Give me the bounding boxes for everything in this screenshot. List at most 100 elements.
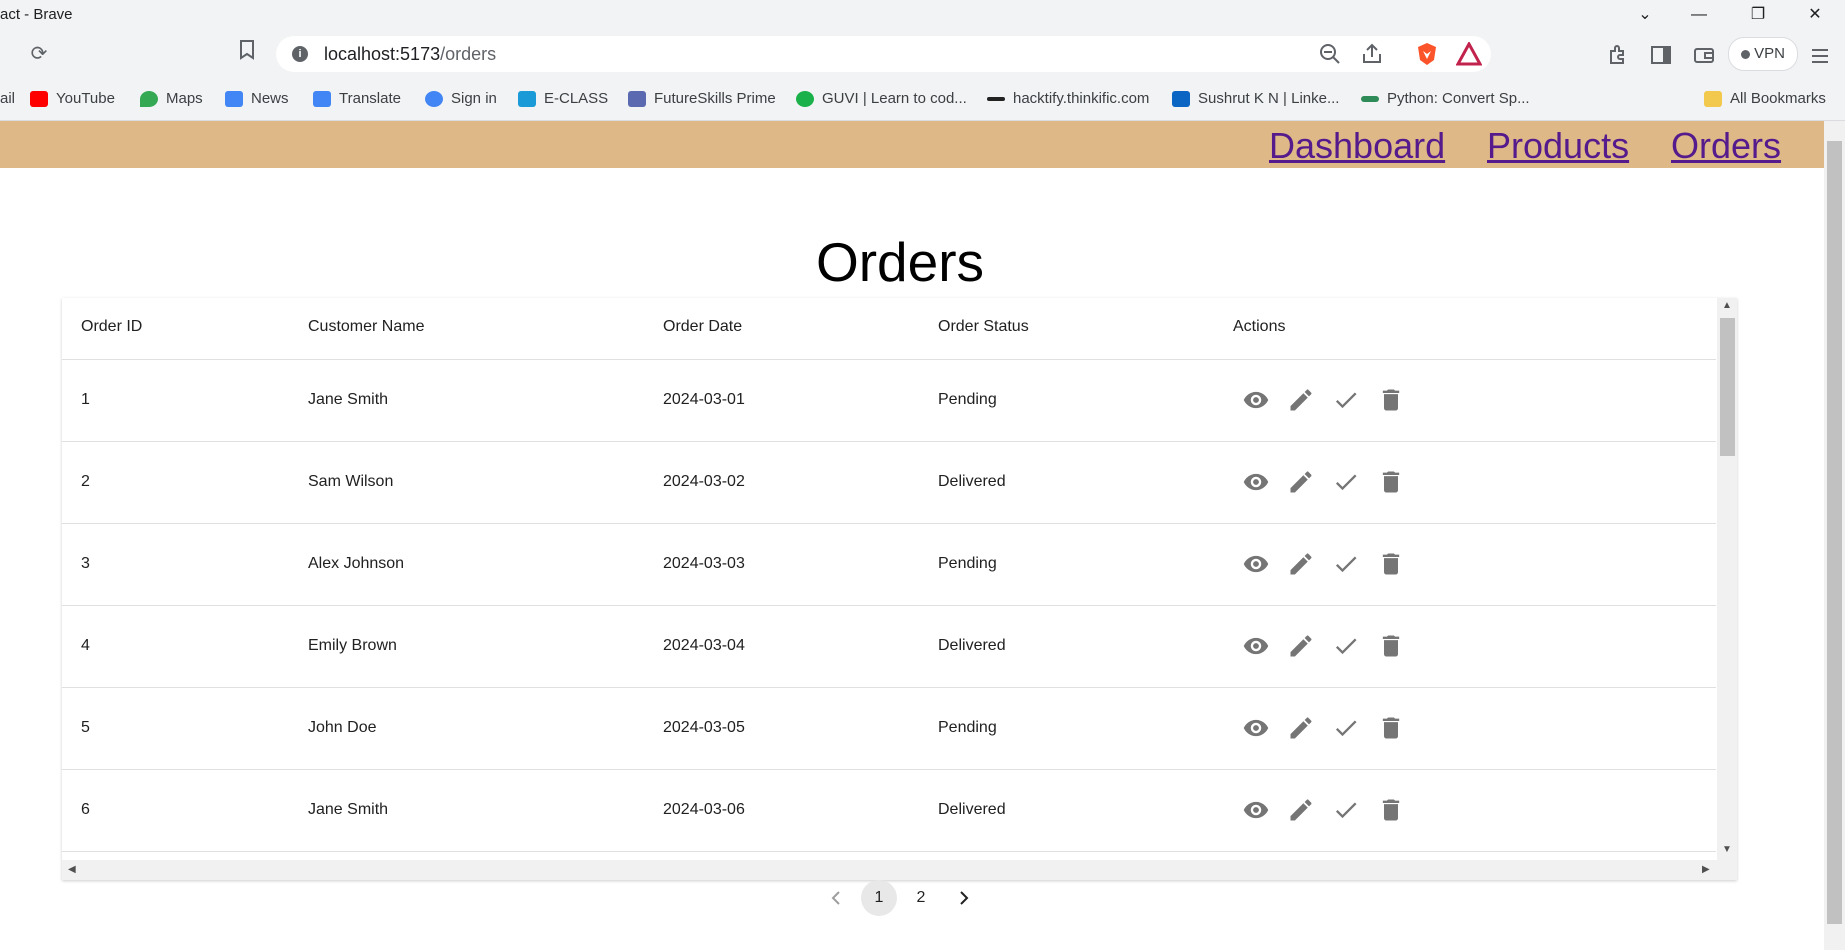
close-icon[interactable]: ✕ xyxy=(1788,0,1842,29)
page-title: Orders xyxy=(815,231,985,293)
bookmark-linkedin[interactable]: Sushrut K N | Linke... xyxy=(1172,88,1339,110)
share-icon[interactable] xyxy=(1360,42,1384,66)
zoom-icon[interactable] xyxy=(1318,42,1342,66)
bookmark-icon[interactable] xyxy=(232,39,262,69)
column-header-actions: Actions xyxy=(1233,318,1286,335)
eye-icon[interactable] xyxy=(1242,796,1270,824)
app-navbar: Dashboard Products Orders xyxy=(0,121,1824,168)
table-row: 6 Jane Smith 2024-03-06 Delivered xyxy=(62,770,1716,852)
order-date-cell: 2024-03-02 xyxy=(663,473,745,490)
tab-search-icon[interactable]: ⌄ xyxy=(1618,0,1672,29)
youtube-icon xyxy=(30,91,48,108)
reload-icon[interactable]: ⟳ xyxy=(24,39,54,69)
column-header-order-date: Order Date xyxy=(663,318,743,335)
google-icon xyxy=(425,91,443,108)
brave-rewards-icon[interactable] xyxy=(1455,40,1483,66)
order-id-cell: 5 xyxy=(81,719,90,736)
scroll-up-icon[interactable]: ▲ xyxy=(1722,300,1732,311)
order-date-cell: 2024-03-01 xyxy=(663,391,745,408)
eye-icon[interactable] xyxy=(1242,632,1270,660)
brave-shields-icon[interactable] xyxy=(1414,41,1440,67)
bookmark-news[interactable]: News xyxy=(225,88,289,110)
minimize-icon[interactable]: — xyxy=(1672,0,1726,29)
bookmark-maps[interactable]: Maps xyxy=(140,88,203,110)
bookmark-sign-in[interactable]: Sign in xyxy=(425,88,497,110)
bookmark-guvi[interactable]: GUVI | Learn to cod... xyxy=(796,88,967,110)
bookmark-hacktify[interactable]: hacktify.thinkific.com xyxy=(987,88,1149,110)
bookmarks-bar: ail YouTube Maps News Translate Sign in … xyxy=(0,79,1845,121)
bookmark-eclass[interactable]: E-CLASS xyxy=(518,88,608,110)
check-icon[interactable] xyxy=(1332,632,1360,660)
eclass-icon xyxy=(518,91,536,108)
bookmark-python[interactable]: Python: Convert Sp... xyxy=(1361,88,1530,110)
page-scrollbar[interactable] xyxy=(1824,121,1845,950)
bookmark-translate[interactable]: Translate xyxy=(313,88,401,110)
pencil-icon[interactable] xyxy=(1287,632,1315,660)
pencil-icon[interactable] xyxy=(1287,714,1315,742)
order-id-cell: 3 xyxy=(81,555,90,572)
scroll-down-icon[interactable]: ▼ xyxy=(1722,844,1732,855)
check-icon[interactable] xyxy=(1332,550,1360,578)
scroll-left-icon[interactable]: ◀ xyxy=(68,864,76,875)
nav-dashboard-link[interactable]: Dashboard xyxy=(1269,125,1445,167)
pencil-icon[interactable] xyxy=(1287,468,1315,496)
order-date-cell: 2024-03-06 xyxy=(663,801,745,818)
customer-name-cell: Jane Smith xyxy=(308,391,389,408)
eye-icon[interactable] xyxy=(1242,714,1270,742)
nav-products-link[interactable]: Products xyxy=(1487,125,1629,167)
eye-icon[interactable] xyxy=(1242,386,1270,414)
extensions-icon[interactable] xyxy=(1606,43,1630,67)
table-vertical-scrollbar[interactable]: ▲ ▼ xyxy=(1717,298,1737,860)
sidebar-icon[interactable] xyxy=(1649,43,1673,67)
scroll-right-icon[interactable]: ▶ xyxy=(1702,864,1710,875)
all-bookmarks[interactable]: All Bookmarks xyxy=(1704,88,1826,110)
pencil-icon[interactable] xyxy=(1287,386,1315,414)
order-status-cell: Delivered xyxy=(938,473,1006,490)
menu-icon[interactable] xyxy=(1808,44,1832,68)
trash-icon[interactable] xyxy=(1377,714,1405,742)
vpn-button[interactable]: VPN xyxy=(1728,37,1798,71)
previous-page-icon[interactable] xyxy=(818,880,854,916)
column-header-order-id: Order ID xyxy=(81,318,143,335)
trash-icon[interactable] xyxy=(1377,796,1405,824)
wallet-icon[interactable] xyxy=(1692,43,1716,67)
guvi-icon xyxy=(796,91,814,108)
trash-icon[interactable] xyxy=(1377,468,1405,496)
pencil-icon[interactable] xyxy=(1287,796,1315,824)
translate-icon xyxy=(313,91,331,108)
order-id-cell: 1 xyxy=(81,391,90,408)
linkedin-icon xyxy=(1172,91,1190,108)
page-scrollbar-thumb[interactable] xyxy=(1827,141,1842,924)
eye-icon[interactable] xyxy=(1242,468,1270,496)
page-button-1[interactable]: 1 xyxy=(861,880,897,916)
nav-orders-link[interactable]: Orders xyxy=(1671,125,1781,167)
eye-icon[interactable] xyxy=(1242,550,1270,578)
check-icon[interactable] xyxy=(1332,468,1360,496)
pencil-icon[interactable] xyxy=(1287,550,1315,578)
site-info-icon[interactable]: i xyxy=(292,46,308,62)
check-icon[interactable] xyxy=(1332,714,1360,742)
check-icon[interactable] xyxy=(1332,386,1360,414)
page-button-2[interactable]: 2 xyxy=(903,880,939,916)
trash-icon[interactable] xyxy=(1377,550,1405,578)
maps-icon xyxy=(140,91,158,108)
table-row: 4 Emily Brown 2024-03-04 Delivered xyxy=(62,606,1716,688)
trash-icon[interactable] xyxy=(1377,386,1405,414)
news-icon xyxy=(225,91,243,108)
address-url[interactable]: localhost:5173/orders xyxy=(324,44,496,65)
table-row: 3 Alex Johnson 2024-03-03 Pending xyxy=(62,524,1716,606)
bookmark-futureskills[interactable]: FutureSkills Prime xyxy=(628,88,776,110)
title-bar: act - Brave ⌄ — ❐ ✕ xyxy=(0,0,1845,29)
table-horizontal-scrollbar[interactable]: ◀ ▶ xyxy=(62,860,1737,880)
check-icon[interactable] xyxy=(1332,796,1360,824)
bookmark-youtube[interactable]: YouTube xyxy=(30,88,115,110)
bookmark-gmail[interactable]: ail xyxy=(0,88,15,110)
restore-icon[interactable]: ❐ xyxy=(1731,0,1785,29)
next-page-icon[interactable] xyxy=(946,880,982,916)
customer-name-cell: Jane Smith xyxy=(308,801,389,818)
table-row: 5 John Doe 2024-03-05 Pending xyxy=(62,688,1716,770)
address-bar[interactable]: i localhost:5173/orders xyxy=(276,36,1491,72)
table-scrollbar-thumb[interactable] xyxy=(1720,318,1735,456)
column-header-customer-name: Customer Name xyxy=(308,318,425,335)
trash-icon[interactable] xyxy=(1377,632,1405,660)
